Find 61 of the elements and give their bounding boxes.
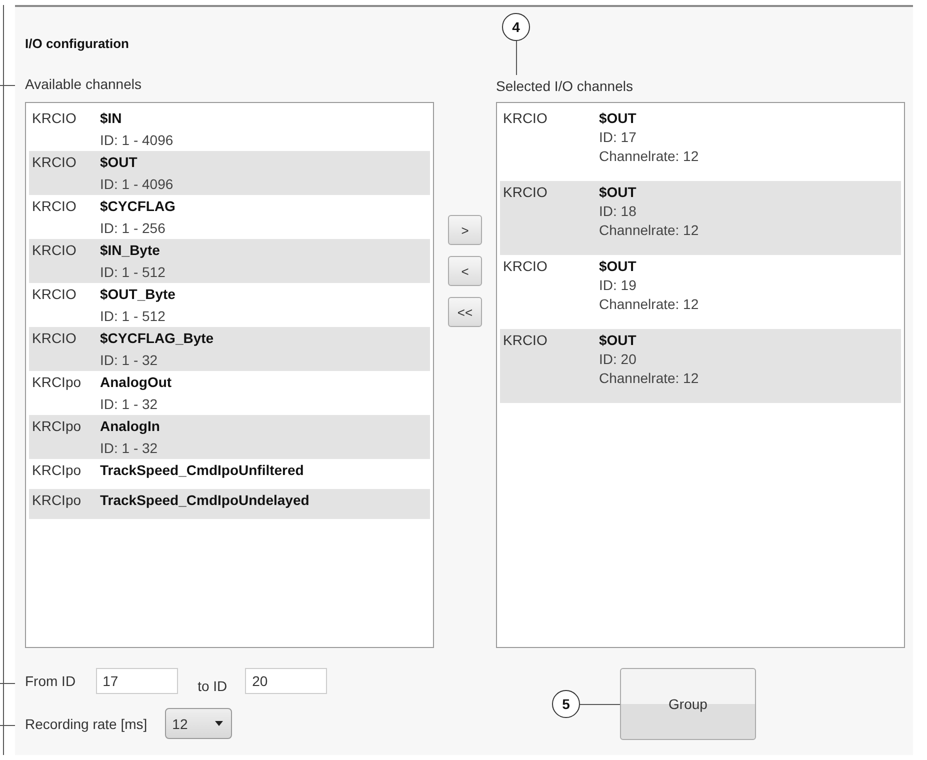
channel-name[interactable]: $OUT_Byte bbox=[100, 286, 176, 302]
channel-id-range: ID: 1 - 512 bbox=[100, 264, 166, 280]
channel-rate: Channelrate: 12 bbox=[599, 222, 699, 238]
channel-rate: Channelrate: 12 bbox=[599, 296, 699, 312]
channel-name[interactable]: $OUT bbox=[599, 258, 699, 274]
channel-id-range: ID: 1 - 512 bbox=[100, 308, 166, 324]
channel-source[interactable]: KRCIpo bbox=[32, 374, 100, 412]
callout-marker: 5 bbox=[552, 690, 580, 718]
channel-source[interactable]: KRCIpo bbox=[32, 462, 100, 486]
channel-name[interactable]: $OUT bbox=[599, 110, 699, 126]
channel-source[interactable]: KRCIpo bbox=[32, 492, 100, 516]
channel-id: ID: 19 bbox=[599, 277, 638, 293]
field-label: From ID bbox=[25, 673, 76, 689]
channel-source[interactable]: KRCIO bbox=[32, 154, 100, 192]
transfer-button[interactable]: << bbox=[448, 297, 482, 327]
channel-name[interactable]: AnalogIn bbox=[100, 418, 160, 434]
channel-source[interactable]: KRCIpo bbox=[32, 418, 100, 456]
channel-name[interactable]: $CYCFLAG_Byte bbox=[100, 330, 214, 346]
channel-name[interactable]: $OUT bbox=[599, 184, 699, 200]
channel-id-range: ID: 1 - 4096 bbox=[100, 132, 174, 148]
channel-id-range: ID: 1 - 32 bbox=[100, 352, 159, 368]
channel-id: ID: 20 bbox=[599, 351, 638, 367]
leader-line bbox=[516, 41, 517, 75]
channel-source[interactable]: KRCIO bbox=[32, 242, 100, 280]
channel-id-range: ID: 1 - 32 bbox=[100, 440, 159, 456]
channel-name[interactable]: $OUT bbox=[100, 154, 174, 170]
channel-source[interactable]: KRCIO bbox=[32, 286, 100, 324]
channel-source[interactable]: KRCIO bbox=[503, 184, 599, 252]
channel-rate: Channelrate: 12 bbox=[599, 148, 699, 164]
field-label: to ID bbox=[198, 678, 228, 694]
transfer-button[interactable]: < bbox=[448, 256, 482, 286]
channel-name[interactable]: AnalogOut bbox=[100, 374, 172, 390]
channel-name[interactable]: $IN_Byte bbox=[100, 242, 166, 258]
list-label: Selected I/O channels bbox=[496, 78, 633, 94]
channel-rate: Channelrate: 12 bbox=[599, 370, 699, 386]
channel-id-range: ID: 1 - 32 bbox=[100, 396, 159, 412]
group-button[interactable]: Group bbox=[620, 668, 756, 740]
channel-source[interactable]: KRCIO bbox=[503, 258, 599, 326]
channel-source[interactable]: KRCIO bbox=[32, 330, 100, 368]
channel-id: ID: 17 bbox=[599, 129, 638, 145]
section-title: I/O configuration bbox=[25, 35, 130, 53]
input-field[interactable]: 20 bbox=[245, 668, 328, 694]
field-label: Recording rate [ms] bbox=[25, 716, 148, 732]
channel-name[interactable]: $IN bbox=[100, 110, 174, 126]
channel-source[interactable]: KRCIO bbox=[503, 110, 599, 178]
callout-marker: 4 bbox=[502, 13, 530, 41]
channel-source[interactable]: KRCIO bbox=[32, 110, 100, 148]
channel-name[interactable]: TrackSpeed_CmdIpoUnfiltered bbox=[100, 462, 304, 478]
channel-name[interactable]: TrackSpeed_CmdIpoUndelayed bbox=[100, 492, 310, 508]
channel-source[interactable]: KRCIO bbox=[32, 198, 100, 236]
caret-icon bbox=[215, 721, 224, 726]
channel-name[interactable]: $CYCFLAG bbox=[100, 198, 176, 214]
input-field[interactable]: 17 bbox=[96, 668, 178, 694]
dropdown[interactable]: 12 bbox=[165, 708, 232, 739]
list-label: Available channels bbox=[25, 76, 142, 92]
channel-source[interactable]: KRCIO bbox=[503, 332, 599, 400]
channel-id-range: ID: 1 - 4096 bbox=[100, 176, 174, 192]
channel-id: ID: 18 bbox=[599, 203, 638, 219]
channel-id-range: ID: 1 - 256 bbox=[100, 220, 166, 236]
channel-name[interactable]: $OUT bbox=[599, 332, 699, 348]
transfer-button[interactable]: > bbox=[448, 215, 482, 245]
